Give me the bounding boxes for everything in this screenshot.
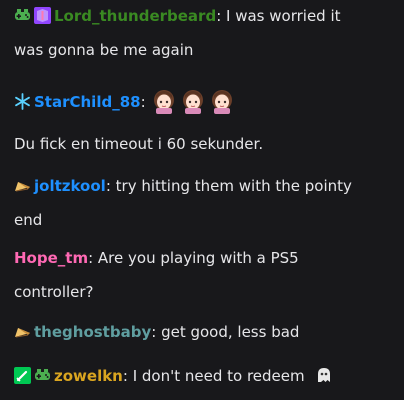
chat-text: I was worried it [226,7,341,25]
chat-text: end [14,211,43,229]
timeout-notice: Du fick en timeout i 60 sekunder. [14,135,264,153]
chat-username[interactable]: theghostbaby [34,323,151,341]
chat-username[interactable]: Hope_tm [14,249,88,267]
bits-badge-icon[interactable] [14,319,31,338]
chat-text: get good, less bad [161,323,300,341]
chat-text: try hitting them with the pointy [115,177,352,195]
chat-message: joltzkool: try hitting them with the poi… [14,170,396,238]
sword-badge-icon[interactable] [14,363,31,384]
chat-username[interactable]: joltzkool [34,177,106,195]
chat-text: was gonna be me again [14,41,194,59]
chat-separator: : [151,323,157,341]
chat-separator: : [88,249,94,267]
system-message: Du fick en timeout i 60 sekunder. [14,128,396,162]
chat-separator: : [140,93,146,111]
controller-icon[interactable] [14,3,31,20]
turbo-badge-icon[interactable] [34,3,51,24]
anime-girl-emote[interactable] [179,87,207,115]
anime-girl-emote[interactable] [150,87,178,115]
chat-message: zowelkn: I don't need to redeem [14,360,396,394]
chat-separator: : [216,7,222,25]
chat-username[interactable]: StarChild_88 [34,93,141,111]
chat-username[interactable]: Lord_thunderbeard [54,7,216,25]
anime-girl-emote[interactable] [208,87,236,115]
snowflake-badge-icon[interactable] [14,89,31,110]
bits-badge-icon[interactable] [14,173,31,192]
controller-icon[interactable] [34,363,51,380]
chat-text: controller? [14,283,94,301]
chat-text: Are you playing with a PS5 [97,249,299,267]
chat-username[interactable]: zowelkn [54,367,123,385]
chat-panel: Lord_thunderbeard: I was worried it was … [0,0,404,400]
chat-message: theghostbaby: get good, less bad [14,316,396,350]
chat-message: Lord_thunderbeard: I was worried it was … [14,0,396,68]
chat-separator: : [105,177,111,195]
chat-text: I don't need to redeem [132,367,305,385]
chat-separator: : [122,367,128,385]
chat-message: Hope_tm: Are you playing with a PS5 cont… [14,242,396,310]
ghost-emote[interactable] [315,363,333,382]
chat-message: StarChild_88: [14,86,396,120]
